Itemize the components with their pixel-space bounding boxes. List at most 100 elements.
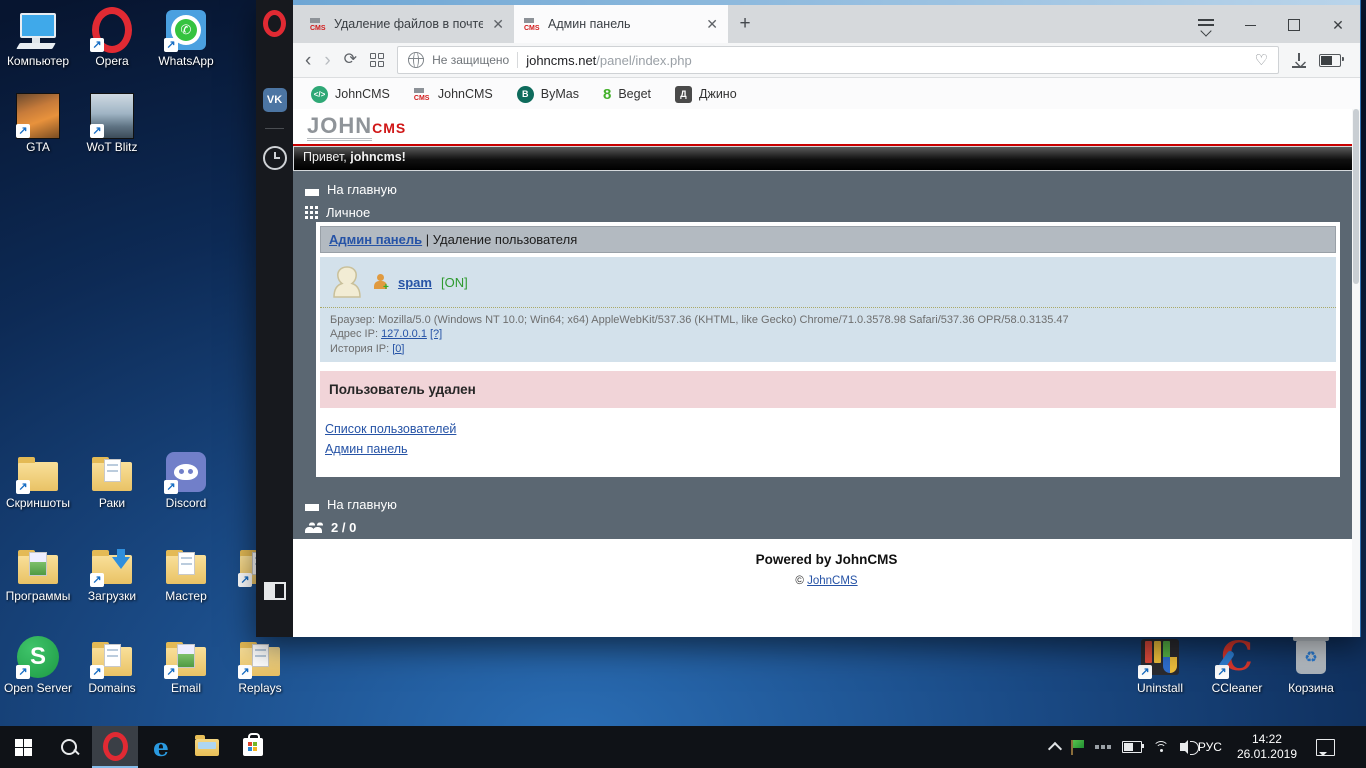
desktop-icon-ccleaner[interactable]: C ↗ CCleaner: [1200, 635, 1274, 695]
admin-panel-link[interactable]: Админ панель: [329, 232, 422, 247]
close-tab-icon[interactable]: ✕: [704, 16, 720, 33]
bookmarks-bar: </> JohnCMS CMS JohnCMS B ByMas 8 Beget …: [293, 78, 1360, 111]
taskbar: e РУС 14:22 26.01.2019: [0, 726, 1366, 768]
recycle-bin-icon: ♻: [1296, 640, 1326, 674]
clock-date: 26.01.2019: [1237, 747, 1297, 762]
start-button[interactable]: [0, 726, 46, 768]
desktop-icon-opera[interactable]: ↗ Opera: [75, 8, 149, 68]
tray-dots-icon[interactable]: [1095, 745, 1111, 749]
notification-center-icon[interactable]: [1316, 739, 1335, 756]
desktop-icon-programs[interactable]: Программы: [1, 543, 75, 603]
address-bar[interactable]: Не защищено johncms.net/panel/index.php …: [397, 46, 1279, 74]
minimize-button[interactable]: [1228, 14, 1272, 36]
close-tab-icon[interactable]: ✕: [490, 16, 506, 33]
users-icon: [305, 521, 323, 533]
bookmark-jino[interactable]: Д Джино: [675, 86, 737, 103]
downloads-icon[interactable]: [1292, 53, 1306, 68]
shortcut-arrow-icon: ↗: [1215, 665, 1229, 679]
johncms-favicon: CMS: [414, 87, 431, 102]
desktop-icon-discord[interactable]: ↗ Discord: [149, 450, 223, 510]
tray-wifi-icon[interactable]: [1153, 741, 1169, 753]
bymas-icon: B: [517, 86, 534, 103]
battery-saver-icon[interactable]: [1319, 54, 1341, 67]
shortcut-arrow-icon: ↗: [90, 573, 104, 587]
desktop-icon-downloads[interactable]: ↗ Загрузки: [75, 543, 149, 603]
taskbar-store-button[interactable]: [230, 726, 276, 768]
desktop-icon-recycle-bin[interactable]: ♻ Корзина: [1274, 635, 1348, 695]
page-scrollbar[interactable]: [1352, 109, 1360, 637]
security-badge[interactable]: Не защищено: [432, 53, 509, 67]
shortcut-arrow-icon: ↗: [16, 124, 30, 138]
ip-history-link[interactable]: [0]: [392, 343, 404, 355]
bottom-nav: На главную 2 / 0: [293, 487, 1360, 539]
admin-panel-link[interactable]: Админ панель: [325, 439, 408, 459]
tab-mail-files[interactable]: CMS Удаление файлов в почте ✕: [300, 5, 514, 43]
desktop-icon-screenshots[interactable]: ↗ Скриншоты: [1, 450, 75, 510]
online-counter[interactable]: 2 / 0: [305, 520, 1348, 535]
home-icon: [305, 183, 319, 196]
taskbar-opera-button[interactable]: [92, 726, 138, 768]
tray-battery-icon[interactable]: [1122, 741, 1142, 753]
taskbar-search-icon[interactable]: [46, 726, 92, 768]
bookmark-heart-icon[interactable]: ♡: [1255, 51, 1268, 69]
code-icon: </>: [311, 86, 328, 103]
speed-dial-icon[interactable]: [370, 53, 384, 67]
footer-home-link[interactable]: На главную: [305, 497, 1348, 512]
tray-flag-icon[interactable]: [1071, 740, 1084, 755]
taskbar-edge-button[interactable]: e: [138, 726, 184, 768]
johncms-logo: JOHNCMS: [307, 120, 406, 137]
user-list-link[interactable]: Список пользователей: [325, 419, 456, 439]
dotted-divider: [320, 307, 1336, 308]
back-icon[interactable]: ‹: [305, 51, 311, 70]
bookmark-johncms-dev[interactable]: </> JohnCMS: [311, 86, 390, 103]
maximize-button[interactable]: [1272, 14, 1316, 36]
close-button[interactable]: ✕: [1316, 14, 1360, 36]
desktop-icon-gta[interactable]: ↗ GTA: [1, 94, 75, 154]
online-status: [ON]: [441, 275, 468, 290]
desktop-icon-master[interactable]: Мастер: [149, 543, 223, 603]
scrollbar-thumb[interactable]: [1353, 109, 1359, 284]
desktop-icon-computer[interactable]: Компьютер: [1, 8, 75, 68]
bookmark-johncms[interactable]: CMS JohnCMS: [414, 87, 493, 102]
reload-icon[interactable]: ⟳: [344, 52, 357, 68]
tray-volume-icon[interactable]: [1180, 743, 1187, 751]
desktop-icon-replays[interactable]: ↗ Replays: [223, 635, 297, 695]
window-controls: ✕: [1184, 14, 1360, 36]
tab-menu-icon[interactable]: [1184, 14, 1228, 36]
language-indicator[interactable]: РУС: [1198, 740, 1222, 754]
desktop-icon-raki[interactable]: Раки: [75, 450, 149, 510]
vk-sidebar-icon[interactable]: VK: [256, 88, 293, 112]
beget-icon: 8: [603, 86, 611, 103]
taskbar-explorer-button[interactable]: [184, 726, 230, 768]
taskbar-clock[interactable]: 14:22 26.01.2019: [1233, 732, 1301, 762]
status-message: Пользователь удален: [320, 371, 1336, 408]
desktop-icon-open-server[interactable]: S ↗ Open Server: [1, 635, 75, 695]
desktop-icon-whatsapp[interactable]: ✆ ↗ WhatsApp: [149, 8, 223, 68]
greeting-bar: Привет, johncms!: [293, 146, 1360, 171]
nav-home-link[interactable]: На главную: [305, 182, 1348, 197]
desktop-icon-wot-blitz[interactable]: ↗ WoT Blitz: [75, 94, 149, 154]
forward-icon[interactable]: ›: [324, 51, 330, 70]
johncms-footer-link[interactable]: JohnCMS: [807, 575, 858, 587]
ip-link[interactable]: 127.0.0.1: [381, 328, 427, 340]
content-panel: Админ панель | Удаление пользователя + s…: [316, 222, 1340, 477]
bookmark-bymas[interactable]: B ByMas: [517, 86, 579, 103]
desktop-icon-domains[interactable]: ↗ Domains: [75, 635, 149, 695]
nav-personal-link[interactable]: Личное: [305, 205, 1348, 220]
folder-icon: [166, 555, 206, 584]
grid-icon: [305, 206, 318, 219]
ip-line: Адрес IP: 127.0.0.1 [?]: [330, 327, 1326, 341]
desktop-icon-email[interactable]: ↗ Email: [149, 635, 223, 695]
ip-help-link[interactable]: [?]: [430, 328, 442, 340]
desktop-icon-uninstall[interactable]: ↗ Uninstall: [1123, 635, 1197, 695]
system-tray: РУС 14:22 26.01.2019: [1050, 726, 1366, 768]
new-tab-button[interactable]: +: [728, 5, 762, 43]
shortcut-arrow-icon: ↗: [238, 573, 252, 587]
history-icon[interactable]: [256, 146, 293, 170]
tray-expand-icon[interactable]: [1048, 741, 1062, 755]
user-name-link[interactable]: spam: [398, 275, 432, 290]
tab-admin-panel[interactable]: CMS Админ панель ✕: [514, 5, 728, 43]
sidebar-setup-icon[interactable]: [256, 582, 293, 600]
bookmark-beget[interactable]: 8 Beget: [603, 86, 651, 103]
opera-logo-icon[interactable]: [256, 10, 293, 37]
